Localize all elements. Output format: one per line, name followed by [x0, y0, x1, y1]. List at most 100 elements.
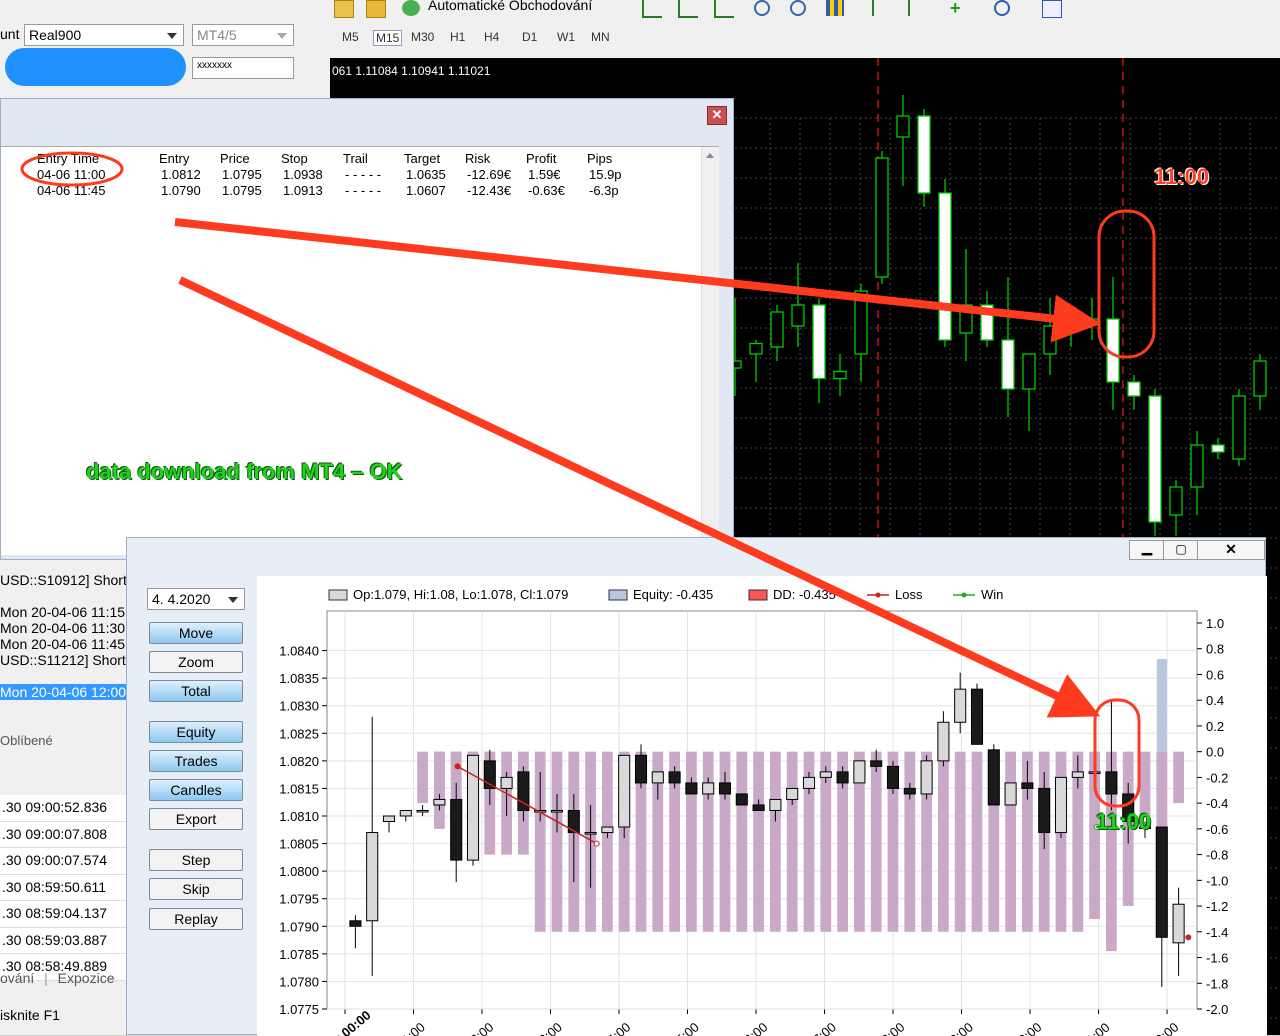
- tab-trading[interactable]: ování: [0, 970, 34, 986]
- candles-button[interactable]: Candles: [149, 779, 243, 801]
- chevron-up-icon[interactable]: [706, 153, 714, 158]
- col-trail[interactable]: Trail: [343, 151, 368, 166]
- cell-trail: - - - - -: [345, 167, 382, 182]
- mt4-candle-body: [854, 290, 868, 355]
- periods-icon[interactable]: [994, 0, 1010, 16]
- tf-m30[interactable]: M30: [411, 30, 434, 44]
- y2-tick-label: -1.0: [1206, 873, 1228, 888]
- drawdown-bar: [904, 751, 916, 932]
- y-tick-label: 1.0815: [279, 781, 319, 796]
- x-tick-label: 08:00: [873, 1019, 908, 1036]
- equity-button[interactable]: Equity: [149, 721, 243, 743]
- mt4-candle-body: [959, 304, 973, 334]
- drawdown-bar: [1173, 751, 1184, 804]
- indicators-icon[interactable]: +: [950, 0, 968, 17]
- candle-body: [450, 798, 463, 861]
- candle-body: [382, 815, 396, 823]
- minimize-icon[interactable]: ▁: [1129, 540, 1165, 560]
- candle-chart-icon[interactable]: [678, 0, 698, 18]
- autoscroll-icon[interactable]: [872, 0, 892, 16]
- password-field[interactable]: xxxxxxx: [192, 57, 294, 79]
- total-button[interactable]: Total: [149, 680, 243, 702]
- move-button[interactable]: Move: [149, 622, 243, 644]
- line-chart-icon[interactable]: [714, 0, 734, 18]
- y2-tick-label: 1.0: [1206, 616, 1224, 631]
- chart-shift-icon[interactable]: [908, 0, 928, 16]
- y2-tick-label: 0.8: [1206, 642, 1224, 657]
- candle-body: [1105, 771, 1118, 795]
- x-tick-label: 04:00: [599, 1019, 634, 1036]
- candle-body: [920, 760, 933, 795]
- tf-mn[interactable]: MN: [591, 30, 610, 44]
- candle-body: [702, 782, 715, 795]
- col-stop[interactable]: Stop: [281, 151, 308, 166]
- tf-m15[interactable]: M15: [373, 30, 403, 46]
- export-button[interactable]: Export: [149, 808, 243, 830]
- chevron-down-icon: [228, 597, 238, 603]
- col-risk[interactable]: Risk: [465, 151, 490, 166]
- templates-icon[interactable]: [1042, 0, 1062, 18]
- maximize-icon[interactable]: ▢: [1163, 540, 1199, 560]
- legend-equity-swatch: [608, 589, 628, 601]
- drawdown-bar: [1005, 751, 1016, 932]
- x-tick-label: 09:00: [941, 1019, 976, 1036]
- folder-icon[interactable]: [334, 0, 354, 18]
- tf-w1[interactable]: W1: [557, 30, 575, 44]
- log-line-selected[interactable]: Mon 20-04-06 12:00: [0, 684, 126, 700]
- mt4-candle-body: [812, 304, 826, 380]
- cell-stop: 1.0938: [283, 167, 323, 182]
- candle-body: [366, 832, 379, 922]
- mt4-candle-body: [1232, 395, 1246, 460]
- expert-icon[interactable]: [366, 0, 386, 18]
- legend-ohlc-swatch: [328, 589, 348, 601]
- date-picker[interactable]: 4. 4.2020: [147, 588, 245, 610]
- col-profit[interactable]: Profit: [526, 151, 556, 166]
- backtest-chart[interactable]: 5 Apr 00:00 01:00 02:00 03:00 04:00 05:00 06:0…: [257, 576, 1267, 1036]
- zoom-in-icon[interactable]: [754, 0, 770, 16]
- candle-body: [954, 688, 967, 723]
- platform-select[interactable]: MT4/5: [192, 24, 294, 46]
- col-price[interactable]: Price: [220, 151, 250, 166]
- step-button[interactable]: Step: [149, 849, 243, 871]
- mt4-candle-body: [791, 304, 805, 327]
- y-tick-label: 1.0830: [279, 699, 319, 714]
- tab-exposure[interactable]: Expozice: [58, 970, 115, 986]
- tf-m5[interactable]: M5: [342, 30, 359, 44]
- col-target[interactable]: Target: [404, 151, 440, 166]
- chart-window-titlebar: ▁ ▢ ✕: [127, 538, 1265, 562]
- scrollbar[interactable]: [701, 147, 719, 555]
- tile-windows-icon[interactable]: [826, 0, 844, 16]
- x-tick-label: 05:00: [667, 1019, 702, 1036]
- close-icon[interactable]: ✕: [1197, 540, 1265, 560]
- zoom-button[interactable]: Zoom: [149, 651, 243, 673]
- account-select-value: Real900: [29, 27, 82, 43]
- col-pips[interactable]: Pips: [587, 151, 612, 166]
- cell-price: 1.0795: [222, 167, 262, 182]
- tab-favorites[interactable]: Oblíbené: [0, 733, 53, 748]
- candle-body: [1004, 782, 1017, 806]
- legend-win: Win: [981, 587, 1003, 602]
- close-icon[interactable]: ✕: [707, 106, 727, 125]
- log-line: Mon 20-04-06 11:15: [0, 604, 126, 620]
- skip-button[interactable]: Skip: [149, 878, 243, 900]
- cell-risk: -12.43€: [467, 183, 512, 198]
- legend-dd: DD: -0.435: [773, 587, 836, 602]
- tf-h1[interactable]: H1: [450, 30, 465, 44]
- time-entry: .30 08:59:03.887: [0, 927, 126, 954]
- tf-h4[interactable]: H4: [484, 30, 499, 44]
- col-entry[interactable]: Entry: [159, 151, 189, 166]
- account-select[interactable]: Real900: [24, 24, 184, 46]
- col-entry-time[interactable]: Entry Time: [37, 151, 99, 166]
- replay-button[interactable]: Replay: [149, 908, 243, 930]
- autotrading-button[interactable]: Automatické Obchodování: [428, 0, 592, 13]
- trades-button[interactable]: Trades: [149, 750, 243, 772]
- bar-chart-icon[interactable]: [642, 0, 662, 18]
- x-tick-label: 12:00: [1147, 1019, 1182, 1036]
- legend-equity: Equity: -0.435: [633, 587, 713, 602]
- zoom-out-icon[interactable]: [790, 0, 806, 16]
- mt4-candle-body: [1106, 318, 1120, 383]
- tf-d1[interactable]: D1: [522, 30, 537, 44]
- candle-body: [1038, 787, 1051, 834]
- y2-tick-label: 0.2: [1206, 719, 1224, 734]
- cell-pips: 15.9p: [589, 167, 622, 182]
